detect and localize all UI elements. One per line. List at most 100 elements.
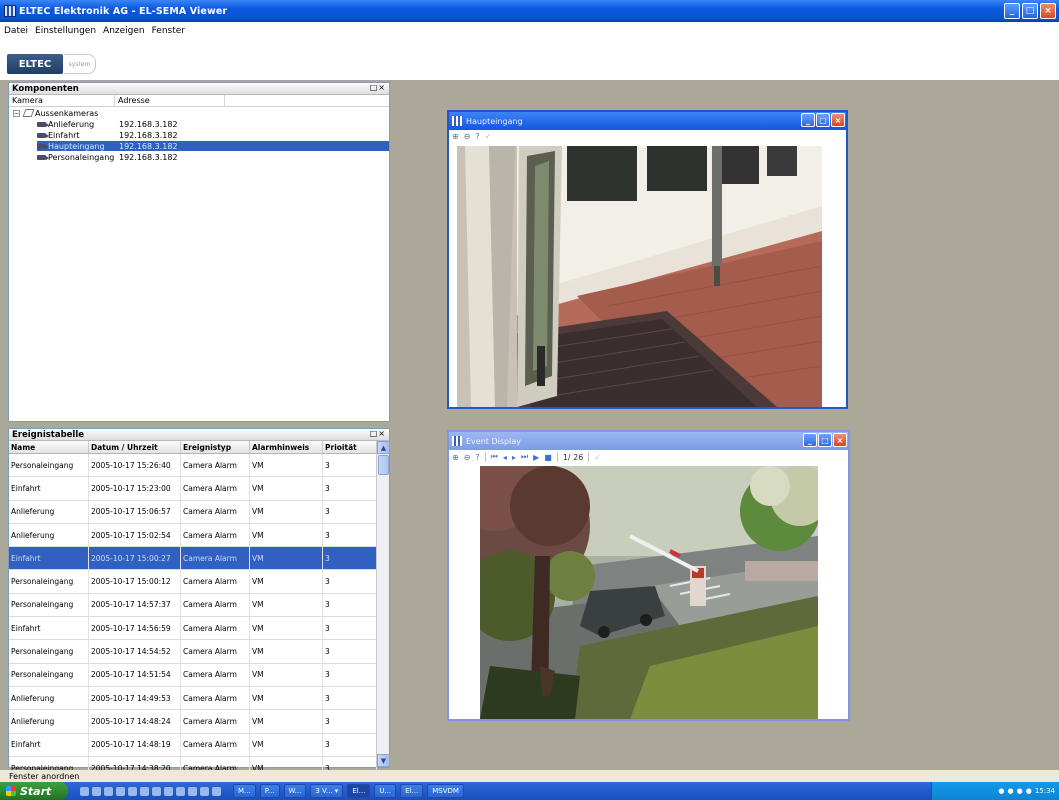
tray-security-icon[interactable]: ● xyxy=(1017,787,1023,795)
taskbar-task[interactable]: El... xyxy=(400,784,424,798)
taskbar-task[interactable]: U... xyxy=(374,784,397,798)
column-name[interactable]: Name xyxy=(9,441,89,453)
table-row[interactable]: Anlieferung 2005-10-17 15:06:57 Camera Ala… xyxy=(9,500,389,524)
quick-launch-icon[interactable] xyxy=(176,786,185,796)
step-back-icon[interactable]: ◂ xyxy=(503,453,507,462)
scroll-up-icon[interactable]: ▲ xyxy=(377,441,390,454)
live-close-button[interactable]: × xyxy=(831,113,845,127)
quick-launch-icon[interactable] xyxy=(152,786,161,796)
events-panel-controls[interactable]: □× xyxy=(370,429,386,438)
scroll-thumb[interactable] xyxy=(378,455,389,475)
table-cell: VM xyxy=(250,733,323,756)
column-prioritaet[interactable]: Prioität xyxy=(323,441,377,453)
minimize-button[interactable]: _ xyxy=(1004,3,1020,19)
live-window-titlebar[interactable]: Haupteingang _ □ × xyxy=(449,112,846,130)
events-scrollbar[interactable]: ▲ ▼ xyxy=(376,441,390,767)
event-window-titlebar[interactable]: Event Display _ □ × xyxy=(449,432,848,450)
table-row[interactable]: Anlieferung 2005-10-17 15:02:54 Camera Ala… xyxy=(9,523,389,548)
live-camera-window[interactable]: Haupteingang _ □ × ⊕ ⊖ ? ✓ xyxy=(447,110,848,409)
column-ereignistyp[interactable]: Ereignistyp xyxy=(181,441,250,453)
taskbar-task[interactable]: MSVDM xyxy=(427,784,464,798)
taskbar-task[interactable]: W... xyxy=(283,784,307,798)
stop-icon[interactable]: ■ xyxy=(544,453,552,462)
zoom-out-icon[interactable]: ⊖ xyxy=(464,453,471,462)
tray-network-icon[interactable]: ● xyxy=(998,787,1004,795)
table-row[interactable]: Anlieferung 2005-10-17 14:48:24 Camera Ala… xyxy=(9,710,389,734)
live-maximize-button[interactable]: □ xyxy=(816,113,830,127)
help-icon[interactable]: ? xyxy=(475,132,479,141)
maximize-button[interactable]: □ xyxy=(1022,3,1038,19)
table-row[interactable]: Personaleingang 2005-10-17 14:54:52 Camera… xyxy=(9,640,389,664)
tree-root[interactable]: − Aussenkameras xyxy=(13,108,393,118)
tree-item-anlieferung[interactable]: Anlieferung 192.168.3.182 xyxy=(37,119,417,129)
quick-launch-icon[interactable] xyxy=(92,786,101,796)
quick-launch-icon[interactable] xyxy=(164,786,173,796)
table-cell: VM xyxy=(250,477,323,500)
help-icon[interactable]: ? xyxy=(475,453,479,462)
quick-launch-icon[interactable] xyxy=(200,786,209,796)
camera-group-icon xyxy=(23,109,33,117)
check-icon[interactable]: ✓ xyxy=(594,453,601,462)
table-row[interactable]: Einfahrt 2005-10-17 14:56:59 Camera Alarm V… xyxy=(9,617,389,641)
step-forward-icon[interactable]: ▸ xyxy=(512,453,516,462)
menu-fenster[interactable]: Fenster xyxy=(152,26,185,36)
check-icon[interactable]: ✓ xyxy=(485,132,492,141)
zoom-in-icon[interactable]: ⊕ xyxy=(452,132,459,141)
event-minimize-button[interactable]: _ xyxy=(803,433,817,447)
table-row[interactable]: Personaleingang 2005-10-17 14:51:54 Camera… xyxy=(9,663,389,687)
status-bar: Fenster anordnen xyxy=(0,770,1059,782)
column-datum[interactable]: Datum / Uhrzeit xyxy=(89,441,181,453)
skip-to-last-icon[interactable]: ⏭ xyxy=(521,452,528,462)
table-cell: Camera Alarm xyxy=(181,454,250,477)
scroll-down-icon[interactable]: ▼ xyxy=(377,754,390,767)
tray-app-icon[interactable]: ● xyxy=(1026,787,1032,795)
table-row[interactable]: Einfahrt 2005-10-17 14:48:19 Camera Alarm V… xyxy=(9,733,389,757)
column-kamera[interactable]: Kamera xyxy=(9,95,115,106)
quick-launch-icon[interactable] xyxy=(128,786,137,796)
close-button[interactable]: × xyxy=(1040,3,1056,19)
zoom-in-icon[interactable]: ⊕ xyxy=(452,453,459,462)
quick-launch-icon[interactable] xyxy=(104,786,113,796)
live-minimize-button[interactable]: _ xyxy=(801,113,815,127)
column-adresse[interactable]: Adresse xyxy=(115,95,225,106)
collapse-icon[interactable]: − xyxy=(13,109,20,117)
tree-item-einfahrt[interactable]: Einfahrt 192.168.3.182 xyxy=(37,130,417,140)
table-row[interactable]: Personaleingang 2005-10-17 15:00:12 Camera… xyxy=(9,570,389,594)
table-row[interactable]: Anlieferung 2005-10-17 14:49:53 Camera Ala… xyxy=(9,686,389,711)
quick-launch-icon[interactable] xyxy=(212,786,221,796)
event-close-button[interactable]: × xyxy=(833,433,847,447)
table-cell: 3 xyxy=(323,523,377,547)
table-cell: 3 xyxy=(323,477,377,500)
quick-launch-icon[interactable] xyxy=(188,786,197,796)
menu-datei[interactable]: Datei xyxy=(4,26,28,36)
table-cell: Einfahrt xyxy=(9,617,89,640)
tree-item-personaleingang[interactable]: Personaleingang 192.168.3.182 xyxy=(37,152,417,162)
table-row[interactable]: Einfahrt 2005-10-17 15:23:00 Camera Alarm V… xyxy=(9,477,389,501)
play-icon[interactable]: ▶ xyxy=(533,453,539,462)
event-display-window[interactable]: Event Display _ □ × ⊕ ⊖ ? ⏮ ◂ ▸ ⏭ ▶ ■ 1/… xyxy=(447,430,850,721)
taskbar-task[interactable]: El... xyxy=(347,784,371,798)
taskbar-tasks: M... P... W... 3 V... ▾ El... U... El... MSVDM xyxy=(229,784,464,798)
tray-volume-icon[interactable]: ● xyxy=(1007,787,1013,795)
table-row[interactable]: Personaleingang 2005-10-17 15:26:40 Camera… xyxy=(9,454,389,478)
taskbar-task[interactable]: P... xyxy=(259,784,280,798)
menu-anzeigen[interactable]: Anzeigen xyxy=(103,26,145,36)
quick-launch-icon[interactable] xyxy=(116,786,125,796)
event-maximize-button[interactable]: □ xyxy=(818,433,832,447)
zoom-out-icon[interactable]: ⊖ xyxy=(464,132,471,141)
components-panel-controls[interactable]: □× xyxy=(370,83,386,92)
taskbar-task[interactable]: 3 V... ▾ xyxy=(310,784,344,798)
menu-einstellungen[interactable]: Einstellungen xyxy=(35,26,96,36)
skip-to-first-icon[interactable]: ⏮ xyxy=(491,452,498,462)
table-cell: VM xyxy=(250,523,323,547)
taskbar-task[interactable]: M... xyxy=(233,784,256,798)
tree-item-haupteingang[interactable]: Haupteingang 192.168.3.182 xyxy=(37,141,389,151)
quick-launch-icon[interactable] xyxy=(140,786,149,796)
table-row[interactable]: Personaleingang 2005-10-17 14:57:37 Camera… xyxy=(9,593,389,618)
column-alarmhinweis[interactable]: Alarmhinweis xyxy=(250,441,323,453)
live-toolbar: ⊕ ⊖ ? ✓ xyxy=(449,130,846,142)
start-button[interactable]: Start xyxy=(0,782,68,800)
table-cell: 2005-10-17 15:26:40 xyxy=(89,454,181,477)
table-row[interactable]: Einfahrt 2005-10-17 15:00:27 Camera Alarm V… xyxy=(9,547,389,571)
quick-launch-icon[interactable] xyxy=(80,786,89,796)
